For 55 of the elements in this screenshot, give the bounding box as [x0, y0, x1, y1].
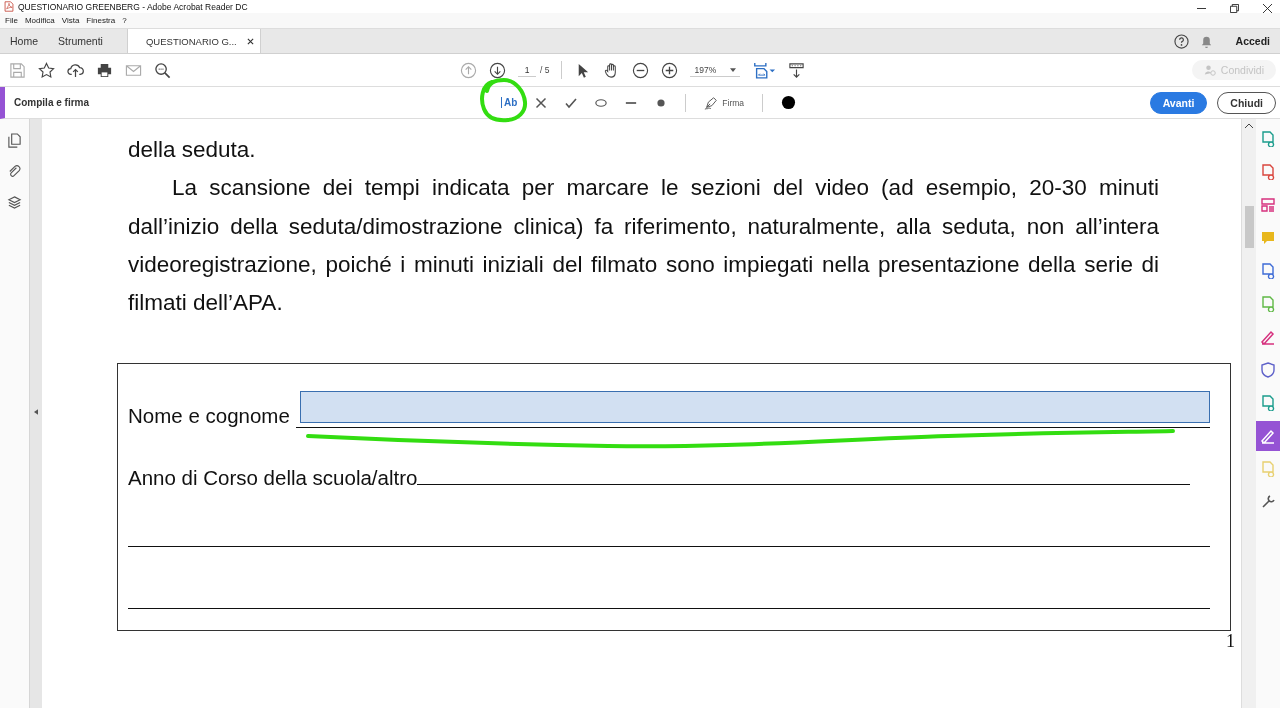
- field-label: Anno di Corso della scuola/altro: [128, 466, 418, 491]
- scroll-mode-icon[interactable]: [788, 61, 806, 79]
- next-page-icon[interactable]: [489, 61, 506, 79]
- restore-icon[interactable]: [1230, 3, 1239, 13]
- page-total: / 5: [540, 65, 550, 75]
- dot-icon[interactable]: [655, 96, 668, 109]
- fit-page-icon[interactable]: [752, 61, 777, 79]
- layers-icon[interactable]: [7, 195, 23, 210]
- help-icon[interactable]: [1173, 33, 1189, 49]
- print-icon[interactable]: [96, 61, 113, 79]
- tool-title: Compila e firma: [13, 97, 90, 108]
- scrollbar-thumb[interactable]: [1244, 206, 1254, 248]
- zoom-out-icon[interactable]: [632, 61, 650, 79]
- menu-item[interactable]: ?: [122, 16, 127, 25]
- field-label: Nome e cognome: [128, 404, 290, 429]
- paperclip-icon[interactable]: [7, 164, 23, 179]
- paragraph: della seduta.: [128, 136, 257, 164]
- page-number-field[interactable]: 1: [518, 63, 536, 77]
- add-text-tool[interactable]: Ab: [501, 97, 518, 108]
- close-button[interactable]: Chiudi: [1217, 91, 1276, 114]
- caret-icon: [730, 67, 737, 72]
- user-icon: [1203, 64, 1216, 76]
- fillsign-tool-icon[interactable]: [1256, 421, 1280, 451]
- menu-item[interactable]: Modifica: [24, 16, 55, 25]
- zoom-in-icon[interactable]: [661, 61, 679, 79]
- fill-in-line[interactable]: [417, 484, 1190, 486]
- check-icon[interactable]: [565, 96, 578, 109]
- fill-in-line[interactable]: [128, 608, 1210, 610]
- expand-arrow-icon[interactable]: [34, 408, 39, 415]
- pages-icon[interactable]: [7, 133, 23, 148]
- menu-item[interactable]: Vista: [61, 16, 80, 25]
- paragraph: La scansione dei tempi indicata per marcare le sezioni del video (ad esempio, 20-30 minuti dall’inizio della seduta/dimostrazione clinica) fa riferimento, naturalmente, alla seduta, non all’intera videoregistrazione, poiché i minuti iniziali del filmato sono impiegati nella presentazione della serie di filmati dell’APA.: [128, 174, 1159, 318]
- search-icon[interactable]: [154, 61, 171, 79]
- tab[interactable]: Strumenti: [48, 29, 127, 53]
- menu-item[interactable]: File: [5, 16, 18, 25]
- tab[interactable]: Home: [0, 29, 48, 53]
- tab[interactable]: QUESTIONARIO G...: [126, 29, 261, 53]
- input-field[interactable]: [299, 391, 1210, 424]
- scroll-up-icon[interactable]: [1245, 123, 1253, 128]
- zoom-dropdown[interactable]: 197%: [690, 63, 741, 77]
- close-icon[interactable]: [1263, 3, 1272, 13]
- color-swatch[interactable]: [781, 95, 797, 110]
- menu-item[interactable]: Finestra: [86, 16, 116, 25]
- sign-in-link[interactable]: Accedi: [1235, 35, 1270, 47]
- pen-icon: [704, 95, 719, 110]
- next-button[interactable]: Avanti: [1149, 91, 1208, 114]
- cloud-upload-icon[interactable]: [67, 61, 84, 79]
- ellipse-icon[interactable]: [595, 96, 608, 109]
- window-title: QUESTIONARIO GREENBERG - Adobe Acrobat Reader DC: [18, 1, 248, 12]
- star-icon[interactable]: [38, 61, 55, 79]
- sign-button[interactable]: Firma: [704, 95, 745, 110]
- cross-icon[interactable]: [535, 96, 548, 109]
- close-icon[interactable]: [246, 37, 254, 45]
- fill-in-line[interactable]: [128, 546, 1210, 548]
- page-number: 1: [1226, 631, 1235, 653]
